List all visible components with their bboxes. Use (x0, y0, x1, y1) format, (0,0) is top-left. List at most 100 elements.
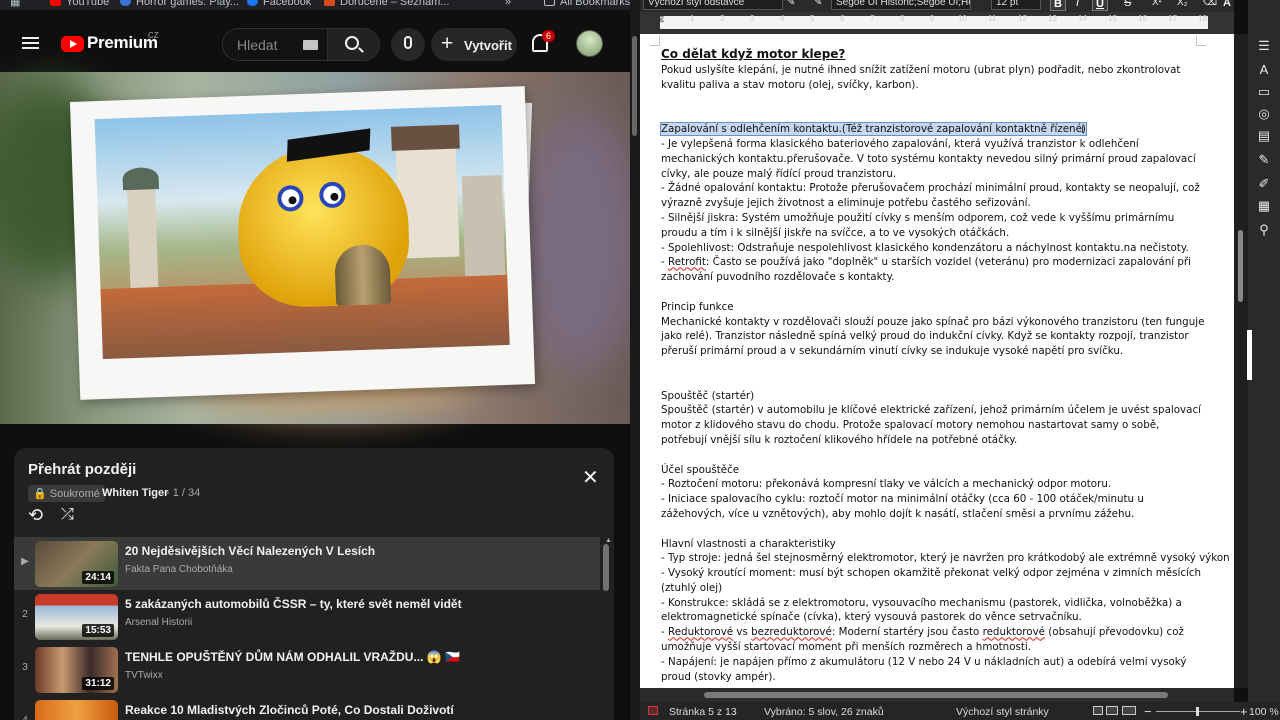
scrollbar-thumb[interactable] (632, 36, 637, 136)
globe-icon (120, 0, 131, 6)
zoom-slider-handle[interactable] (1196, 707, 1199, 716)
document-text[interactable]: Co dělat když motor klepe? Pokud uslyšít… (660, 46, 1230, 684)
more-bookmarks-icon[interactable]: » (505, 0, 511, 8)
loop-icon[interactable]: ⟲ (28, 506, 48, 524)
keyboard-icon[interactable] (303, 40, 318, 50)
bold-button[interactable]: B (1050, 0, 1066, 11)
sidebar-menu-icon[interactable]: ☰ (1256, 38, 1272, 54)
single-page-view-icon[interactable] (1093, 706, 1103, 715)
page-icon[interactable]: ▭ (1256, 84, 1272, 100)
channel-name[interactable]: Fakta Pana Chobotňáka (125, 564, 233, 575)
channel-name[interactable]: TVTwixx (125, 670, 163, 681)
multi-page-view-icon[interactable] (1106, 706, 1118, 715)
seznam-icon (324, 0, 335, 6)
playlist-owner[interactable]: Whiten Tiger (102, 487, 168, 499)
navigator-icon[interactable]: ◎ (1256, 106, 1272, 122)
close-icon[interactable]: ✕ (582, 468, 599, 488)
octopus-character (235, 128, 412, 310)
document-vertical-scrollbar[interactable] (1234, 34, 1248, 688)
playlist-item[interactable]: 3 31:12 TENHLE OPUŠTĚNÝ DŮM NÁM ODHALIL … (14, 643, 600, 696)
paragraph-style-select[interactable]: Výchozí styl odstavce (643, 0, 783, 10)
bookmark-seznam[interactable]: Doručené – Seznam... (324, 0, 449, 8)
menu-icon[interactable] (22, 37, 39, 39)
section-heading: Účel spouštěče (661, 463, 740, 476)
zoom-out-icon[interactable]: − (1144, 704, 1152, 719)
avatar[interactable] (576, 30, 603, 57)
style-update-icon[interactable]: ✎ (787, 0, 795, 8)
page-count[interactable]: Stránka 5 z 13 (669, 706, 737, 718)
superscript-button[interactable]: X² (1152, 0, 1162, 8)
book-view-icon[interactable] (1122, 706, 1136, 715)
sidebar-collapse-handle[interactable] (1247, 330, 1252, 380)
properties-icon[interactable]: A (1256, 62, 1272, 78)
indent-marker-icon[interactable]: ⧖ (658, 14, 664, 25)
youtube-logo-icon[interactable] (61, 36, 84, 52)
zoom-level[interactable]: 100 % (1249, 706, 1279, 718)
clear-formatting-button[interactable]: ⌫ (1203, 0, 1217, 8)
scroll-up-icon[interactable]: ▲ (605, 537, 612, 544)
find-icon[interactable]: ⚲ (1256, 222, 1272, 238)
new-style-icon[interactable]: ✎ (814, 0, 822, 8)
browser-scrollbar[interactable] (630, 0, 640, 720)
create-button[interactable]: + Vytvořit (431, 28, 517, 61)
document-modified-icon[interactable] (648, 706, 658, 715)
ruler-mark: 6 (840, 14, 845, 23)
item-index: 4 (20, 715, 30, 720)
scrollbar-thumb[interactable] (704, 692, 1168, 698)
zoom-in-icon[interactable]: + (1240, 704, 1248, 719)
strikethrough-button[interactable]: S (1124, 0, 1131, 9)
scrollbar-thumb[interactable] (1238, 230, 1243, 302)
underline-button[interactable]: U (1092, 0, 1108, 11)
video-title[interactable]: 5 zakázaných automobilů ČSSR – ty, které… (125, 597, 462, 611)
paragraph: - Napájení: je napájen přímo z akumuláto… (661, 655, 1187, 683)
shuffle-icon[interactable]: ⤮ (61, 506, 81, 524)
playlist-panel: Přehrát později 🔒 Soukromé Whiten Tiger … (14, 448, 614, 720)
all-bookmarks-button[interactable]: All Bookmarks (544, 0, 630, 8)
playlist-scrollbar[interactable] (603, 544, 609, 591)
bookmark-youtube[interactable]: YouTube (50, 0, 109, 8)
font-size-select[interactable]: 12 pt (991, 0, 1041, 10)
styles-icon[interactable]: ✎ (1256, 152, 1272, 168)
video-title[interactable]: TENHLE OPUŠTĚNÝ DŮM NÁM ODHALIL VRAŽDU..… (125, 650, 460, 664)
document-page[interactable]: Co dělat když motor klepe? Pokud uslyšít… (640, 34, 1234, 688)
playlist-item[interactable]: ▶ 24:14 20 Nejděsivějších Věcí Nalezenýc… (14, 537, 600, 590)
text-selection: Zapalování s odlehčením kontaktu.(Též tr… (660, 122, 1087, 137)
playlist-title[interactable]: Přehrát později (28, 461, 136, 478)
empty-line (661, 522, 1206, 537)
video-player[interactable] (0, 72, 640, 424)
playlist-item[interactable]: 4 Reakce 10 Mladistvých Zločinců Poté, C… (14, 696, 600, 720)
bookmark-horror-games[interactable]: Horror games: Play... (120, 0, 239, 8)
bookmark-facebook[interactable]: Facebook (247, 0, 311, 8)
text-cursor-icon: I (1081, 124, 1085, 136)
subscript-button[interactable]: X₂ (1177, 0, 1188, 8)
design-icon[interactable]: ▦ (1256, 198, 1272, 214)
page-style[interactable]: Výchozí styl stránky (956, 706, 1049, 718)
ruler[interactable]: ⧖ 1 2 3 4 5 6 7 8 9 10 11 12 13 14 15 16… (640, 12, 1234, 34)
apps-grid-icon[interactable]: ▦ (10, 0, 20, 8)
document-horizontal-scrollbar[interactable] (640, 688, 1234, 702)
gallery-icon[interactable]: ▤ (1256, 128, 1272, 144)
bookmarks-bar: ▦ YouTube Horror games: Play... Facebook… (0, 0, 640, 10)
italic-button[interactable]: I (1076, 0, 1079, 9)
video-duration: 24:14 (82, 571, 114, 584)
now-playing-indicator: ▶ (21, 556, 29, 567)
font-color-button[interactable]: A (1223, 0, 1231, 9)
video-thumbnail[interactable] (35, 700, 118, 720)
selection-count[interactable]: Vybráno: 5 slov, 26 znaků (764, 706, 884, 718)
ruler-mark: 7 (870, 14, 875, 23)
ruler-mark: 3 (750, 14, 755, 23)
search-box[interactable]: Hledat (222, 28, 380, 61)
video-thumbnail[interactable]: 24:14 (35, 541, 118, 587)
search-input[interactable]: Hledat (237, 37, 277, 53)
playlist-item[interactable]: 2 15:53 5 zakázaných automobilů ČSSR – t… (14, 590, 600, 643)
video-title[interactable]: 20 Nejděsivějších Věcí Nalezených V Lesí… (125, 544, 375, 558)
selected-paragraph: Zapalování s odlehčením kontaktu.(Též tr… (660, 122, 1206, 137)
channel-name[interactable]: Arsenal Historii (125, 617, 192, 628)
video-thumbnail[interactable]: 31:12 (35, 647, 118, 693)
video-thumbnail[interactable]: 15:53 (35, 594, 118, 640)
video-title[interactable]: Reakce 10 Mladistvých Zločinců Poté, Co … (125, 703, 454, 717)
manage-changes-icon[interactable]: ✐ (1256, 176, 1272, 192)
search-button[interactable] (327, 29, 379, 60)
font-name-select[interactable]: Segoe UI Historic;Segoe UI;Hel (831, 0, 971, 10)
voice-search-button[interactable] (391, 28, 425, 61)
